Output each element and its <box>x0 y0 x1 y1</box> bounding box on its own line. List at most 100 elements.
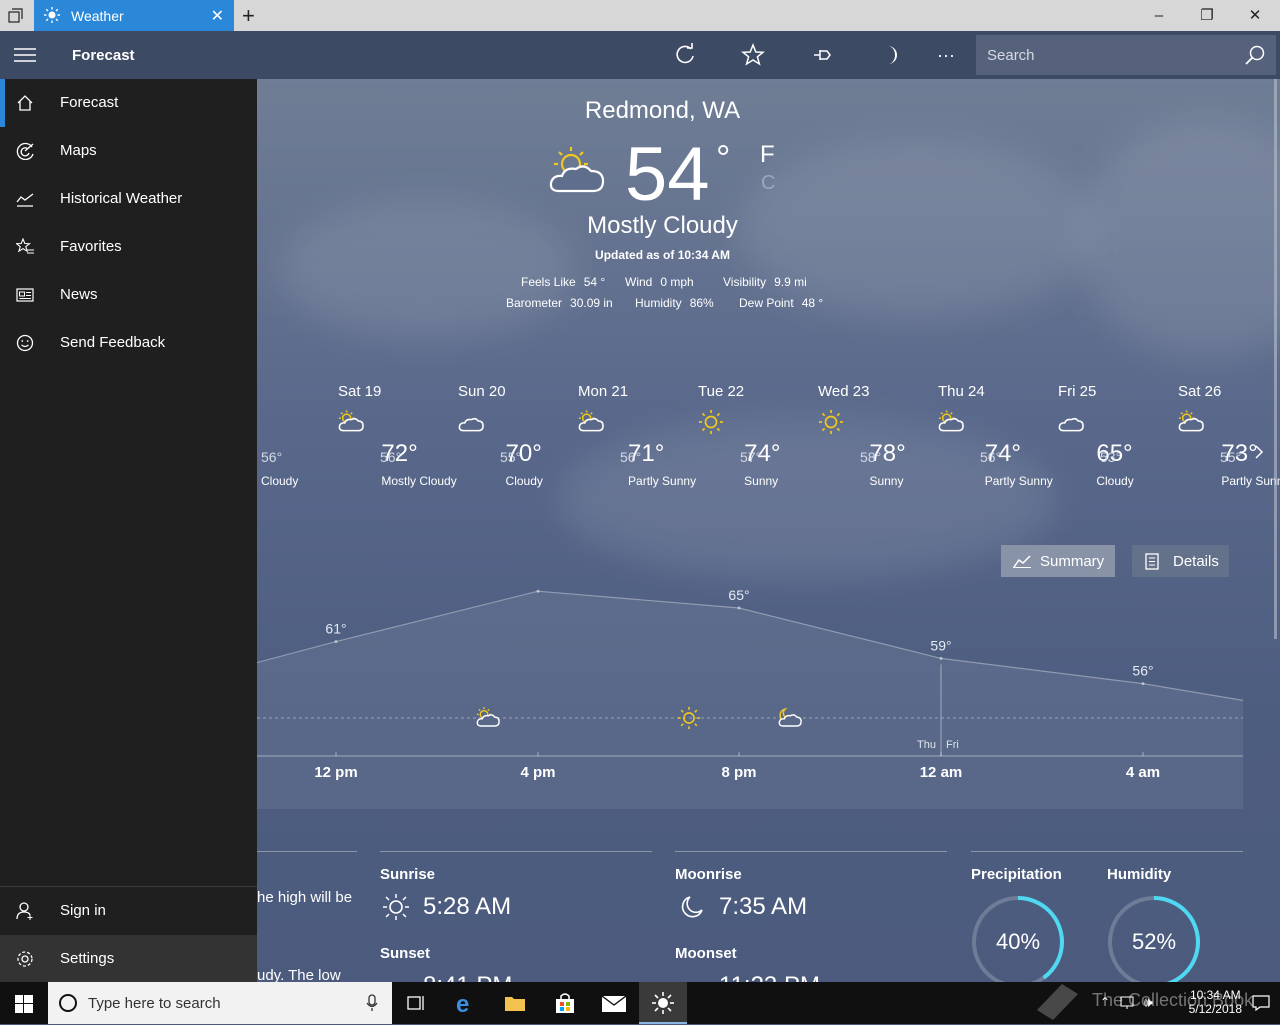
unit-celsius[interactable]: C <box>761 172 775 195</box>
document-list-icon <box>1145 553 1159 574</box>
taskbar: Type here to search e The Collection Boo… <box>0 982 1280 1024</box>
precipitation-value: 40% <box>995 929 1041 954</box>
dew-point-label: Dew Point <box>739 296 794 310</box>
sidebar-item-historical-weather[interactable]: Historical Weather <box>0 175 257 223</box>
cloud-icon <box>458 409 484 440</box>
taskbar-search-input[interactable]: Type here to search <box>48 982 392 1024</box>
close-tab-icon[interactable]: ✕ <box>211 6 224 26</box>
sidebar-item-label: Settings <box>60 950 115 967</box>
sunset-label: Sunset <box>380 945 431 962</box>
sidebar-item-maps[interactable]: Maps <box>0 127 257 175</box>
day-condition: Sunny <box>744 474 779 488</box>
day-low: 56° <box>620 449 642 465</box>
mail-icon[interactable] <box>601 995 627 1017</box>
details-button[interactable]: Details <box>1132 545 1229 577</box>
new-tab-button[interactable]: + <box>242 3 255 29</box>
system-clock[interactable]: 10:34 AM 5/12/2018 <box>1189 988 1242 1016</box>
daily-forecast-item[interactable]: Wed 23 78° 58° Sunny <box>818 383 928 488</box>
sidebar-item-news[interactable]: News <box>0 271 257 319</box>
watermark-book-icon <box>1032 980 1082 1025</box>
page-title: Forecast <box>72 47 135 64</box>
search-input[interactable]: Search <box>976 35 1276 75</box>
day-name: Sat 26 <box>1178 383 1222 400</box>
sun-icon <box>698 409 724 440</box>
moonrise-icon <box>678 894 706 925</box>
scrollbar[interactable] <box>1274 79 1277 639</box>
sidebar-item-settings[interactable]: Settings <box>0 935 257 983</box>
divider <box>380 851 652 852</box>
data-label: 65° <box>728 589 749 603</box>
summary-button[interactable]: Summary <box>1001 545 1115 577</box>
action-center-icon[interactable] <box>1252 995 1270 1016</box>
x-tick-label: 8 pm <box>721 764 756 781</box>
task-view-icon[interactable] <box>8 8 23 23</box>
search-icon[interactable] <box>1244 45 1266 71</box>
windows-start-icon[interactable] <box>15 995 33 1018</box>
data-point <box>1141 682 1145 686</box>
daily-forecast-item[interactable]: Mon 21 71° 56° Partly Sunny <box>578 383 696 488</box>
more-options-icon[interactable]: ··· <box>937 45 955 66</box>
favorite-star-icon[interactable] <box>740 42 766 67</box>
day-name: Sun 20 <box>458 383 506 400</box>
summary-label: Summary <box>1040 553 1105 570</box>
day-low: 56° <box>261 449 283 465</box>
daily-forecast-item[interactable]: Sat 19 72° 56° Mostly Cloudy <box>338 383 457 488</box>
sidebar-item-favorites[interactable]: Favorites <box>0 223 257 271</box>
unit-fahrenheit[interactable]: F <box>760 141 775 169</box>
divider <box>971 851 1243 852</box>
volume-icon[interactable]: 🕪 <box>1144 994 1153 1011</box>
daily-forecast-item[interactable]: Thu 24 74° 56° Partly Sunny <box>938 383 1053 488</box>
weather-app-taskbar-button[interactable] <box>639 982 687 1024</box>
sidebar-item-sign-in[interactable]: Sign in <box>0 887 257 935</box>
chart-line-icon <box>1013 554 1031 572</box>
home-icon <box>16 94 34 112</box>
feels-like: Feels Like 54 ° <box>521 275 605 289</box>
news-icon <box>16 286 34 304</box>
file-explorer-icon[interactable] <box>504 994 526 1017</box>
wind-value: 0 mph <box>660 275 694 289</box>
pin-icon[interactable] <box>810 43 834 67</box>
x-tick-label: 12 pm <box>314 764 357 781</box>
day-condition: Cloudy <box>261 474 299 488</box>
feels-like-value: 54 ° <box>583 275 606 289</box>
day-condition: Cloudy <box>1096 474 1134 488</box>
partly-sunny-icon <box>547 145 607 202</box>
degree-symbol: ° <box>716 137 731 178</box>
store-icon[interactable] <box>554 992 576 1019</box>
day-low: 57° <box>740 449 762 465</box>
star-list-icon <box>14 237 34 256</box>
daily-forecast-item[interactable]: Fri 25 65° 53° Cloudy <box>1058 383 1168 488</box>
day-condition: Cloudy <box>505 474 543 488</box>
visibility-label: Visibility <box>723 275 767 289</box>
sidebar-item-forecast[interactable]: Forecast <box>0 79 257 127</box>
tray-chevron-icon[interactable]: ⌃ <box>1100 995 1110 1009</box>
task-view-icon[interactable] <box>406 994 426 1017</box>
hamburger-menu-icon[interactable] <box>14 47 36 68</box>
maximize-button[interactable]: ❐ <box>1184 0 1230 31</box>
close-button[interactable]: ✕ <box>1232 0 1278 31</box>
day-low: 55° <box>500 449 522 465</box>
refresh-icon[interactable] <box>673 43 697 67</box>
edge-browser-icon[interactable]: e <box>456 991 469 1019</box>
sidebar-item-label: News <box>60 286 98 303</box>
microphone-icon[interactable] <box>366 994 378 1016</box>
network-icon[interactable] <box>1120 996 1136 1015</box>
partly-sunny-icon <box>578 409 604 440</box>
title-bar: Weather ✕ + – ❐ ✕ <box>0 0 1280 31</box>
day-condition: Partly Sunny <box>628 474 697 488</box>
humidity-gauge-label: Humidity <box>1107 866 1172 883</box>
day-name: Tue 22 <box>698 383 745 400</box>
browser-tab-weather[interactable]: Weather ✕ <box>34 0 234 31</box>
sidebar-item-send-feedback[interactable]: Send Feedback <box>0 319 257 367</box>
cortana-icon <box>58 993 78 1017</box>
minimize-button[interactable]: – <box>1136 0 1182 31</box>
daily-forecast-item[interactable]: Tue 22 74° 57° Sunny <box>698 383 808 488</box>
daily-forecast-item[interactable]: Sun 20 70° 55° Cloudy <box>458 383 568 488</box>
day-condition: Mostly Cloudy <box>381 474 457 488</box>
barometer: Barometer 30.09 in <box>506 296 613 310</box>
moon-icon[interactable] <box>878 43 902 67</box>
chevron-right-icon[interactable] <box>1253 443 1265 466</box>
current-temperature: 54 <box>625 132 710 217</box>
daily-forecast-item[interactable]: Sat 2673°55°Partly Sunny <box>1178 383 1280 488</box>
wind-label: Wind <box>625 275 653 289</box>
